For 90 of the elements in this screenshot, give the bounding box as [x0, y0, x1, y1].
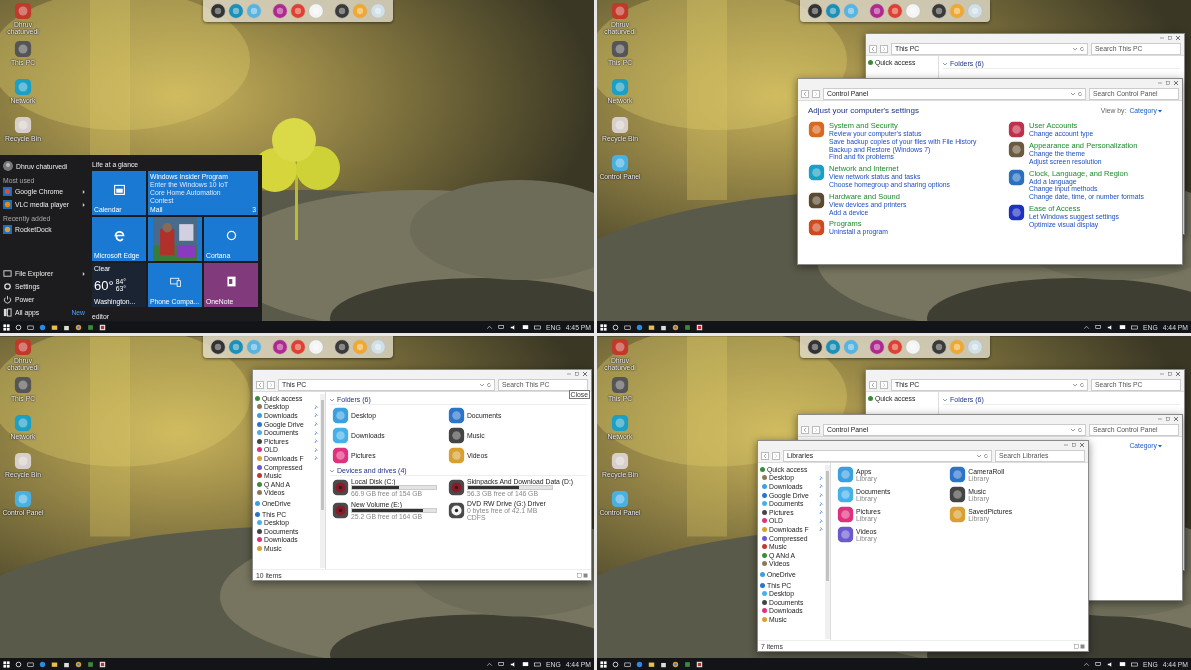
maximize-icon[interactable] — [1072, 443, 1076, 447]
back-button[interactable] — [256, 380, 264, 389]
category-icon[interactable] — [1008, 168, 1025, 186]
start-icon[interactable] — [3, 660, 10, 668]
library-icon — [949, 506, 967, 523]
drive-icon — [447, 479, 465, 496]
task-view-icon[interactable] — [27, 660, 34, 668]
details-view-icon[interactable] — [1074, 643, 1079, 649]
volume-icon[interactable] — [509, 660, 517, 668]
caret-up-icon[interactable] — [485, 660, 493, 668]
close-icon[interactable] — [1176, 36, 1180, 40]
start-icon[interactable] — [600, 660, 607, 668]
app-icon[interactable] — [87, 323, 94, 331]
library-icon — [837, 486, 854, 503]
keyboard-icon[interactable] — [1130, 323, 1138, 331]
task-view-icon[interactable] — [27, 323, 34, 331]
drive-icon — [332, 502, 349, 519]
drive-icon — [447, 502, 465, 519]
keyboard-icon[interactable] — [1130, 660, 1138, 668]
forward-button[interactable] — [772, 451, 780, 460]
keyboard-icon[interactable] — [533, 323, 541, 331]
maximize-icon[interactable] — [1166, 417, 1170, 421]
category-icon[interactable] — [808, 219, 825, 237]
refresh-icon[interactable] — [1078, 91, 1082, 96]
app-icon[interactable] — [684, 323, 691, 331]
keyboard-icon[interactable] — [533, 660, 541, 668]
refresh-icon[interactable] — [984, 453, 988, 458]
close-icon[interactable] — [1174, 81, 1178, 85]
picture-icon[interactable] — [696, 660, 703, 668]
scrollbar-thumb[interactable] — [321, 400, 324, 510]
close-icon[interactable] — [1080, 443, 1084, 447]
category-icon[interactable] — [1008, 141, 1025, 158]
caret-up-icon[interactable] — [1082, 323, 1090, 331]
category-icon[interactable] — [1008, 204, 1025, 221]
nav-item-icon — [868, 395, 873, 401]
page-heading: Adjust your computer's settings — [808, 106, 920, 115]
start-icon[interactable] — [600, 323, 607, 331]
close-icon[interactable] — [1176, 372, 1180, 376]
library-icon — [949, 486, 967, 503]
refresh-icon[interactable] — [487, 382, 491, 387]
scrollbar-thumb[interactable] — [826, 471, 829, 581]
category-icon[interactable] — [1008, 121, 1025, 138]
back-button[interactable] — [869, 44, 877, 53]
caret-up-icon[interactable] — [485, 323, 493, 331]
refresh-icon[interactable] — [1078, 427, 1082, 432]
library-icon — [837, 466, 854, 483]
forward-button[interactable] — [880, 44, 888, 53]
library-icon — [837, 506, 854, 523]
back-button[interactable] — [869, 380, 877, 389]
back-button[interactable] — [801, 89, 809, 98]
volume-icon[interactable] — [509, 323, 517, 331]
library-icon — [949, 466, 967, 483]
refresh-icon[interactable] — [1080, 46, 1084, 51]
task-view-icon[interactable] — [624, 323, 631, 331]
refresh-icon[interactable] — [1080, 382, 1084, 387]
library-icon — [837, 526, 854, 543]
search-icon[interactable] — [15, 323, 22, 331]
scrollbar[interactable] — [825, 465, 830, 639]
app-icon[interactable] — [684, 660, 691, 668]
forward-button[interactable] — [812, 89, 820, 98]
back-button[interactable] — [761, 451, 769, 460]
forward-button[interactable] — [267, 380, 275, 389]
picture-icon[interactable] — [696, 323, 703, 331]
search-icon[interactable] — [15, 660, 22, 668]
maximize-icon[interactable] — [1168, 36, 1172, 40]
forward-button[interactable] — [880, 380, 888, 389]
maximize-icon[interactable] — [1166, 81, 1170, 85]
start-icon[interactable] — [3, 323, 10, 331]
details-view-icon[interactable] — [577, 572, 582, 578]
close-icon[interactable] — [583, 372, 587, 376]
drive-icon — [332, 479, 349, 496]
volume-icon[interactable] — [1106, 323, 1114, 331]
tiles-view-icon[interactable] — [583, 572, 588, 578]
task-view-icon[interactable] — [624, 660, 631, 668]
app-icon[interactable] — [87, 660, 94, 668]
scrollbar[interactable] — [320, 394, 325, 568]
forward-button[interactable] — [812, 425, 820, 434]
picture-icon[interactable] — [99, 323, 106, 331]
nav-item-icon — [868, 59, 873, 65]
picture-icon[interactable] — [99, 660, 106, 668]
maximize-icon[interactable] — [1168, 372, 1172, 376]
maximize-icon[interactable] — [575, 372, 579, 376]
tiles-view-icon[interactable] — [1080, 643, 1085, 649]
close-icon[interactable] — [1174, 417, 1178, 421]
volume-icon[interactable] — [1106, 660, 1114, 668]
back-button[interactable] — [801, 425, 809, 434]
category-icon[interactable] — [808, 191, 825, 209]
caret-up-icon[interactable] — [1082, 660, 1090, 668]
search-icon[interactable] — [612, 660, 619, 668]
search-icon[interactable] — [612, 323, 619, 331]
